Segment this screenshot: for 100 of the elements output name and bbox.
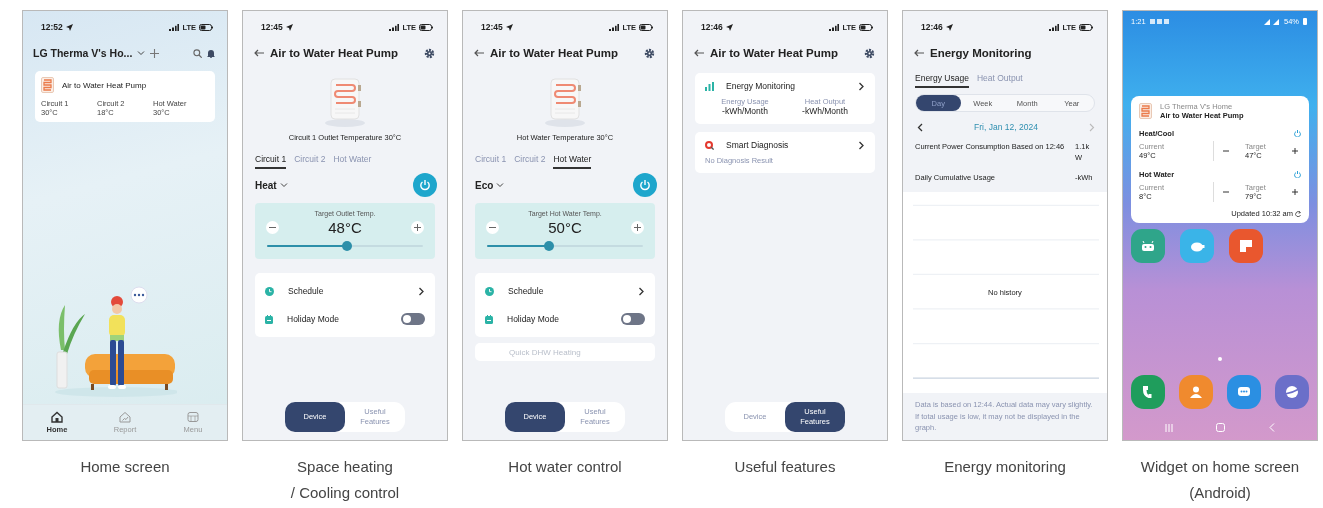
page-indicator-icon [1218,357,1222,361]
target-temperature: 50°C [548,219,582,236]
chevron-right-icon [418,286,425,296]
dock-app-icon[interactable] [1131,375,1165,409]
caption: Home screen [79,457,171,477]
status-time: 12:52 [41,22,63,32]
screen-title: Air to Water Heat Pump [270,47,398,59]
slider-thumb[interactable] [544,241,555,251]
schedule-row[interactable]: Schedule [265,277,425,305]
magnifier-icon [705,140,714,150]
plus-button[interactable] [631,221,644,234]
signal-icon [169,23,180,31]
row-label: Holiday Mode [507,314,559,324]
caret-down-icon [496,182,505,188]
plus-button[interactable] [411,221,424,234]
back-arrow-icon[interactable] [473,48,485,58]
feature-title: Smart Diagnosis [726,140,789,150]
battery-icon [1303,18,1307,25]
toggle-switch[interactable] [621,313,645,325]
grid-icon [187,411,199,423]
minus-button[interactable] [266,221,279,234]
screen-title: Air to Water Heat Pump [490,47,618,59]
calendar-icon [265,314,273,324]
stat-value: -kWh/Month [722,106,768,116]
minus-icon [1223,148,1229,154]
plus-button[interactable] [1289,186,1301,198]
chevron-right-icon [638,286,645,296]
dock-app-icon[interactable] [1227,375,1261,409]
caret-down-icon [279,182,288,188]
status-time: 12:46 [921,22,943,32]
dock-app-icon[interactable] [1179,375,1213,409]
caption: Widget on home screen (Android) [1139,457,1301,503]
clock-icon [265,286,274,296]
power-button[interactable] [633,173,657,197]
minus-icon [269,224,276,231]
power-icon[interactable] [1294,130,1301,137]
chart-icon [119,411,131,423]
caption: Useful features [733,457,837,477]
location-arrow-icon [945,23,953,31]
search-icon[interactable] [193,48,202,58]
plus-icon [1292,148,1298,154]
back-arrow-icon[interactable] [253,48,265,58]
status-time: 12:45 [481,22,503,32]
stat-value: -kWh/Month [802,106,848,116]
status-time: 12:46 [701,22,723,32]
bar-chart-icon [705,81,714,91]
heat-pump-icon [41,77,54,93]
power-icon[interactable] [1294,171,1301,178]
battery-icon [419,23,433,31]
device-name: Air to Water Heat Pump [62,80,147,90]
dock-app-icon[interactable] [1275,375,1309,409]
mode-dropdown[interactable]: Heat [255,179,288,191]
plus-button[interactable] [1289,145,1301,157]
slider-thumb[interactable] [341,241,352,251]
screen-title: Energy Monitoring [930,47,1032,59]
chevron-right-icon [858,81,865,91]
settings-icon[interactable] [864,47,875,59]
power-icon [419,179,431,191]
chevron-right-icon [858,140,865,150]
signal-icon [1049,23,1060,31]
app-icon[interactable] [1131,229,1165,263]
app-icon[interactable] [1180,229,1214,263]
date-label: Fri, Jan 12, 2024 [974,122,1038,132]
bell-icon[interactable] [207,48,215,58]
schedule-row[interactable]: Schedule [485,277,645,305]
tab[interactable]: Circuit 1 [255,154,287,169]
location-arrow-icon [65,23,73,31]
settings-icon[interactable] [424,47,435,59]
caret-down-icon[interactable] [137,50,146,56]
battery-icon [639,23,653,31]
location-arrow-icon [505,23,513,31]
mode-dropdown[interactable]: Eco [475,179,505,191]
plus-icon [1292,189,1298,195]
status-time: 12:45 [261,22,283,32]
add-icon[interactable] [150,48,160,58]
back-arrow-icon[interactable] [693,48,705,58]
home-title: LG Therma V's Ho... [33,47,133,59]
target-temperature: 48°C [328,219,362,236]
back-arrow-icon[interactable] [913,48,925,58]
location-arrow-icon [725,23,733,31]
battery-icon [199,23,213,31]
tab[interactable]: Hot Water [553,154,592,169]
caption: Hot water control [507,457,623,477]
previous-icon[interactable] [917,122,923,132]
minus-button[interactable] [486,221,499,234]
minus-icon [1223,189,1229,195]
tab[interactable]: Energy Usage [915,73,969,88]
feature-title: Energy Monitoring [726,81,795,91]
location-arrow-icon [285,23,293,31]
power-button[interactable] [413,173,437,197]
home-button-icon[interactable] [1216,423,1226,432]
caption: Space heating / Cooling control [289,457,401,503]
calendar-icon [485,314,493,324]
settings-icon[interactable] [644,47,655,59]
home-icon [51,411,63,423]
toggle-switch[interactable] [401,313,425,325]
signal-icon [389,23,400,31]
battery-icon [1079,23,1093,31]
app-icon[interactable] [1229,229,1263,263]
caption: Energy monitoring [943,457,1067,477]
